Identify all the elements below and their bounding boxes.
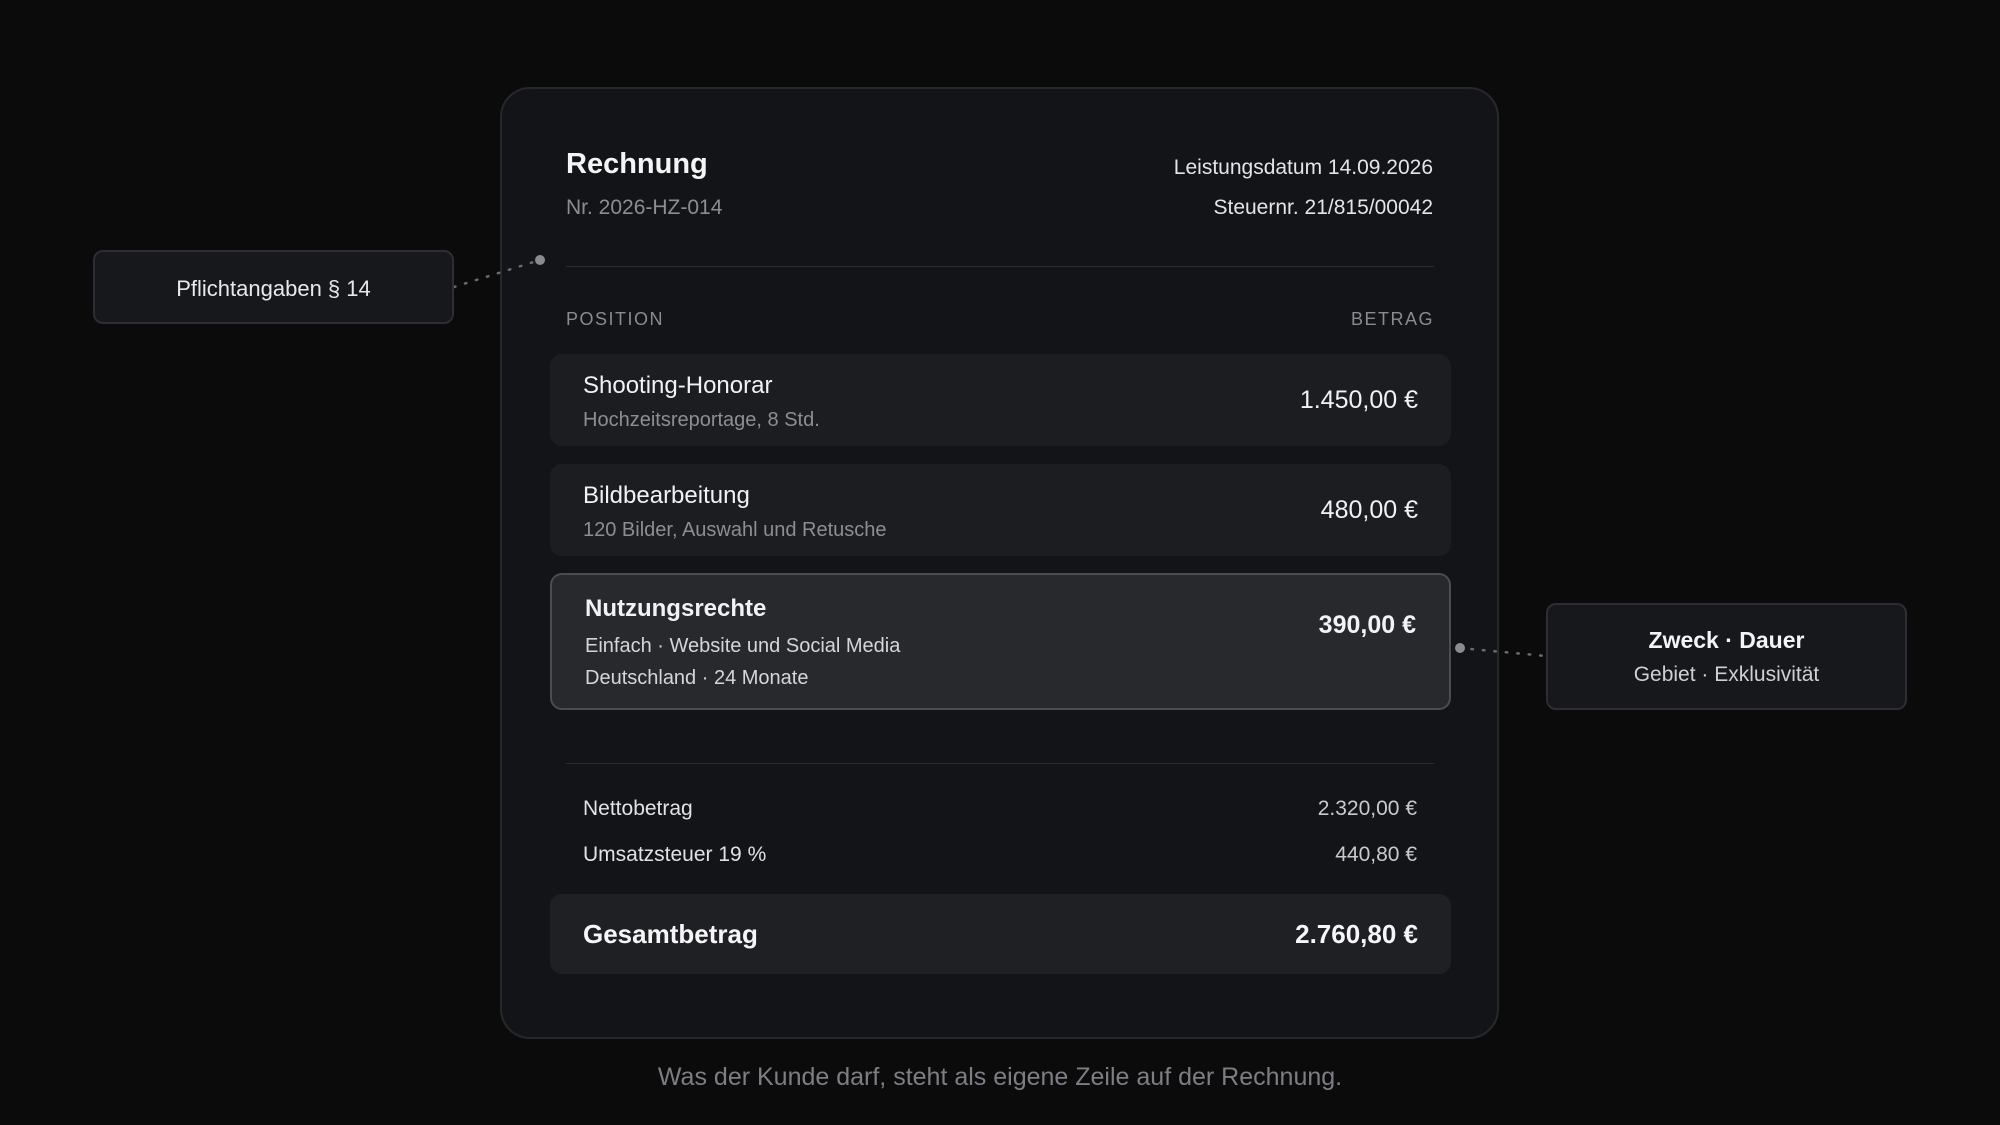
callout-mandatory-info: Pflichtangaben § 14	[93, 250, 454, 324]
stage: Rechnung Nr. 2026-HZ-014 Leistungsdatum …	[0, 0, 2000, 1125]
connector-right-line	[1458, 646, 1548, 658]
callout-usage-scope: Zweck · Dauer Gebiet · Exklusivität	[1546, 603, 1907, 710]
callout-right-subtitle: Gebiet · Exklusivität	[1633, 663, 1820, 686]
connector-left-line	[452, 258, 542, 289]
connector-right-dot	[1455, 643, 1465, 653]
callout-left-text: Pflichtangaben § 14	[176, 276, 371, 301]
callout-right-title: Zweck · Dauer	[1648, 627, 1805, 653]
caption: Was der Kunde darf, steht als eigene Zei…	[657, 1063, 1343, 1091]
callout-connectors	[452, 255, 1548, 658]
connector-left-dot	[535, 255, 545, 265]
